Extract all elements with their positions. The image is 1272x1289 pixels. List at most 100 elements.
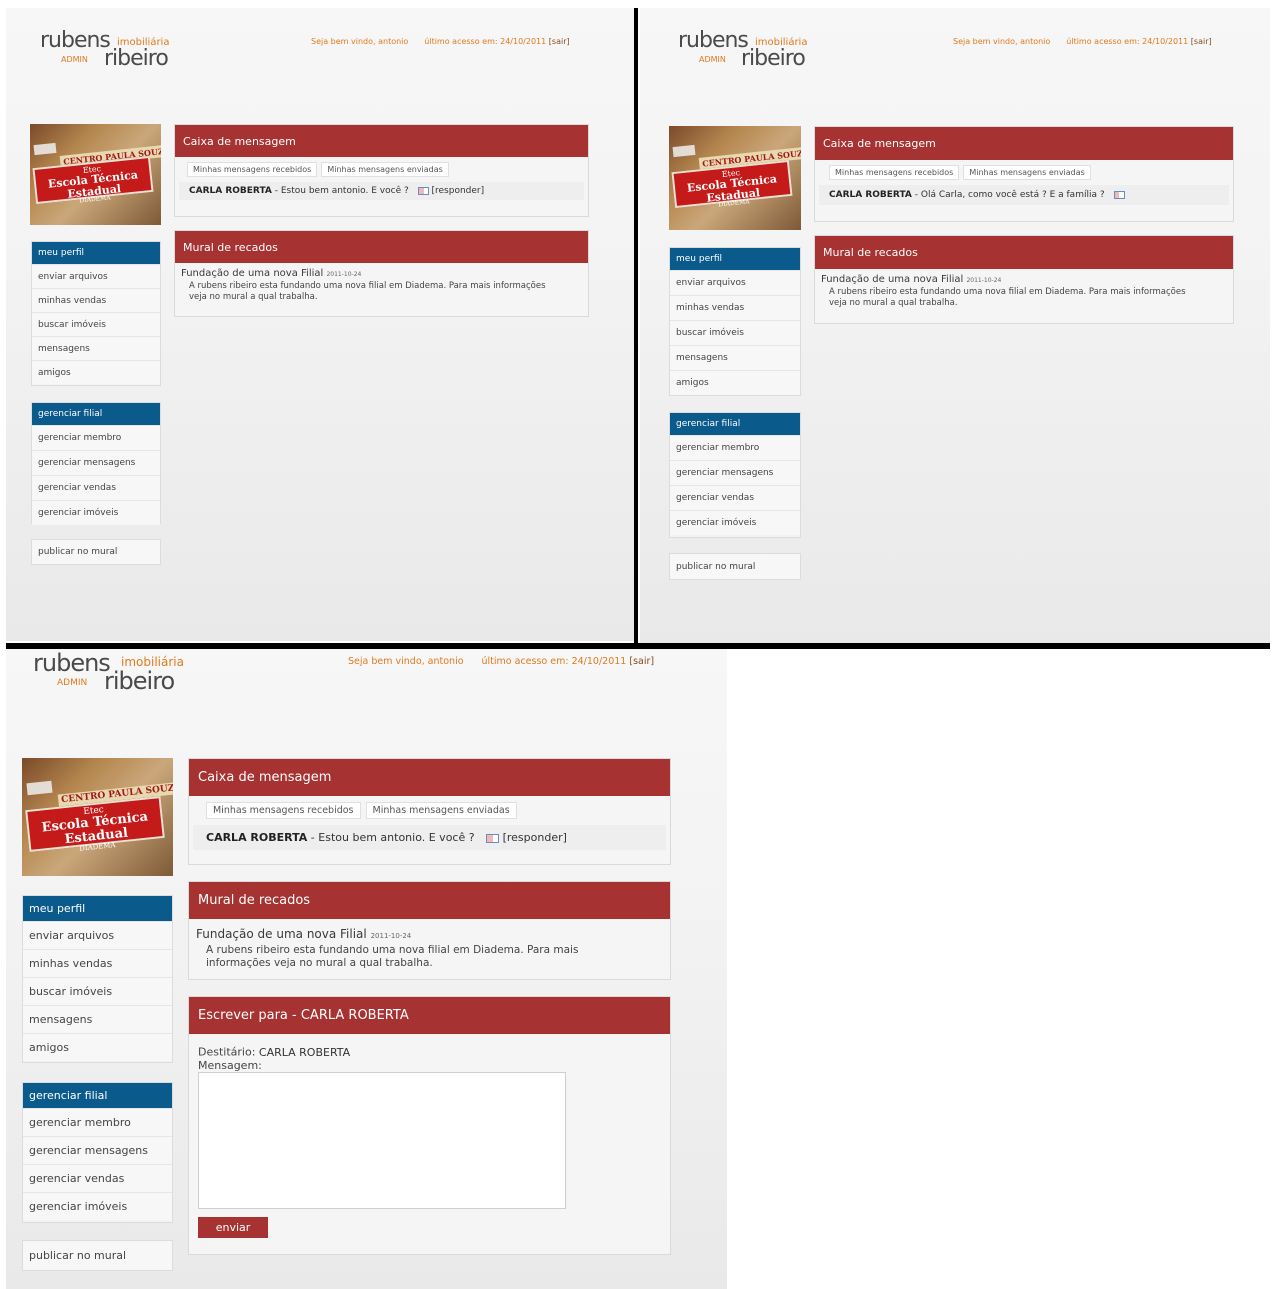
mural-post-heading: Fundação de uma nova Filial 2011-10-24: [189, 919, 670, 941]
tab-sent[interactable]: Minhas mensagens enviadas: [365, 802, 517, 819]
publish-mural-link[interactable]: publicar no mural: [670, 554, 800, 579]
menu-item-enviar-arquivos[interactable]: enviar arquivos: [670, 270, 800, 295]
menu-item-gerenciar-mensagens[interactable]: gerenciar mensagens: [670, 460, 800, 485]
compose-to-row: Destitário:: [189, 1034, 670, 1060]
menu-item-minhas-vendas[interactable]: minhas vendas: [32, 288, 160, 312]
photo-rack: [672, 144, 696, 158]
logo[interactable]: rubens imobiliária ADMIN ribeiro: [33, 649, 213, 697]
logo[interactable]: rubens imobiliária ADMIN ribeiro: [40, 28, 190, 72]
menu-item-mensagens[interactable]: mensagens: [23, 1005, 172, 1033]
inbox-panel: Caixa de mensagem Minhas mensagens receb…: [814, 126, 1234, 222]
photo-sign: Etec Escola Técnica Estadual DIADEMA: [32, 155, 154, 205]
mail-icon[interactable]: [417, 186, 429, 195]
message-preview: Estou bem antonio. E você ?: [318, 831, 475, 844]
mural-post-title[interactable]: Fundação de uma nova Filial: [196, 927, 367, 941]
mural-post-title[interactable]: Fundação de uma nova Filial: [821, 274, 963, 285]
menu-item-gerenciar-membro[interactable]: gerenciar membro: [32, 425, 160, 450]
menu-item-mensagens[interactable]: mensagens: [670, 345, 800, 370]
recipient-field[interactable]: [258, 1044, 357, 1060]
menu-item-gerenciar-vendas[interactable]: gerenciar vendas: [23, 1164, 172, 1192]
menu-item-mensagens[interactable]: mensagens: [32, 336, 160, 360]
profile-menu-title[interactable]: meu perfil: [32, 242, 160, 264]
message-label: Mensagem:: [198, 1059, 262, 1072]
inbox-title: Caixa de mensagem: [815, 127, 1233, 160]
top-bar: Seja bem vindo, antonio último acesso em:…: [348, 656, 654, 667]
publish-mural-link[interactable]: publicar no mural: [32, 540, 160, 564]
profile-menu-title[interactable]: meu perfil: [670, 248, 800, 270]
menu-item-minhas-vendas[interactable]: minhas vendas: [670, 295, 800, 320]
message-textarea[interactable]: [198, 1072, 566, 1209]
mural-post-date: 2011-10-24: [370, 932, 412, 940]
manage-menu-title[interactable]: gerenciar filial: [23, 1083, 172, 1108]
message-preview: Olá Carla, como você está ? E a família …: [920, 190, 1105, 200]
welcome-text: Seja bem vindo, antonio: [311, 37, 409, 46]
publish-mural-link[interactable]: publicar no mural: [23, 1241, 172, 1270]
menu-item-gerenciar-imoveis[interactable]: gerenciar imóveis: [670, 510, 800, 535]
message-separator: -: [310, 831, 315, 844]
screenshot-inbox-sent: rubens imobiliária ADMIN ribeiro Seja be…: [640, 8, 1270, 643]
reply-link[interactable]: [responder]: [432, 186, 485, 196]
logo-brand-second: ribeiro: [741, 46, 806, 71]
menu-item-enviar-arquivos[interactable]: enviar arquivos: [23, 921, 172, 949]
menu-item-minhas-vendas[interactable]: minhas vendas: [23, 949, 172, 977]
school-photo: CENTRO PAULA SOUZA Etec Escola Técnica E…: [22, 758, 173, 876]
school-photo: CENTRO PAULA SOUZA Etec Escola Técnica E…: [30, 124, 161, 225]
mural-post-title[interactable]: Fundação de uma nova Filial: [181, 268, 323, 279]
photo-rack: [33, 142, 57, 156]
menu-item-gerenciar-imoveis[interactable]: gerenciar imóveis: [23, 1192, 172, 1220]
manage-menu-title[interactable]: gerenciar filial: [32, 403, 160, 425]
mural-post-text: A rubens ribeiro esta fundando uma nova …: [206, 944, 579, 969]
mural-post-text: A rubens ribeiro esta fundando uma nova …: [829, 287, 1186, 308]
logout-link[interactable]: [sair]: [549, 37, 570, 46]
menu-item-gerenciar-mensagens[interactable]: gerenciar mensagens: [32, 450, 160, 475]
menu-item-gerenciar-vendas[interactable]: gerenciar vendas: [670, 485, 800, 510]
mail-icon[interactable]: [486, 833, 500, 843]
message-sender[interactable]: CARLA ROBERTA: [206, 831, 307, 844]
tab-sent[interactable]: Minhas mensagens enviadas: [321, 162, 449, 177]
manage-menu-title[interactable]: gerenciar filial: [670, 413, 800, 435]
tab-sent[interactable]: Minhas mensagens enviadas: [963, 165, 1091, 180]
screenshot-inbox-received: rubens imobiliária ADMIN ribeiro Seja be…: [6, 8, 634, 641]
menu-item-buscar-imoveis[interactable]: buscar imóveis: [23, 977, 172, 1005]
logout-link[interactable]: [sair]: [629, 656, 654, 667]
mural-panel: Mural de recados Fundação de uma nova Fi…: [174, 230, 589, 317]
menu-item-gerenciar-membro[interactable]: gerenciar membro: [670, 435, 800, 460]
profile-menu: meu perfil enviar arquivos minhas vendas…: [669, 247, 801, 396]
message-separator: -: [914, 190, 918, 200]
tab-received[interactable]: Minhas mensagens recebidos: [829, 165, 960, 180]
menu-item-amigos[interactable]: amigos: [23, 1033, 172, 1061]
vertical-divider: [634, 8, 638, 645]
send-button[interactable]: enviar: [198, 1217, 268, 1238]
profile-menu-title[interactable]: meu perfil: [23, 896, 172, 921]
menu-item-amigos[interactable]: amigos: [670, 370, 800, 395]
screenshot-compose-reply: rubens imobiliária ADMIN ribeiro Seja be…: [6, 649, 727, 1289]
menu-item-amigos[interactable]: amigos: [32, 360, 160, 384]
reply-link[interactable]: [responder]: [503, 831, 567, 844]
inbox-tabs: Minhas mensagens recebidos Minhas mensag…: [175, 157, 588, 177]
menu-item-gerenciar-vendas[interactable]: gerenciar vendas: [32, 475, 160, 500]
mural-title: Mural de recados: [815, 236, 1233, 269]
last-access-text: último acesso em: 24/10/2011: [481, 656, 627, 667]
mail-icon[interactable]: [1113, 190, 1125, 199]
logo-brand-first: rubens: [40, 28, 111, 53]
menu-item-buscar-imoveis[interactable]: buscar imóveis: [670, 320, 800, 345]
logout-link[interactable]: [sair]: [1191, 37, 1212, 46]
manage-menu: gerenciar filial gerenciar membro gerenc…: [31, 402, 161, 525]
menu-item-gerenciar-mensagens[interactable]: gerenciar mensagens: [23, 1136, 172, 1164]
inbox-panel: Caixa de mensagem Minhas mensagens receb…: [174, 124, 589, 217]
mural-post-date: 2011-10-24: [326, 271, 362, 278]
menu-item-gerenciar-imoveis[interactable]: gerenciar imóveis: [32, 500, 160, 525]
tab-received[interactable]: Minhas mensagens recebidos: [206, 802, 361, 819]
menu-item-buscar-imoveis[interactable]: buscar imóveis: [32, 312, 160, 336]
mural-post-heading: Fundação de uma nova Filial 2011-10-24: [175, 263, 588, 279]
logo[interactable]: rubens imobiliária ADMIN ribeiro: [678, 28, 828, 72]
mural-title: Mural de recados: [189, 882, 670, 919]
menu-item-gerenciar-membro[interactable]: gerenciar membro: [23, 1108, 172, 1136]
tab-received[interactable]: Minhas mensagens recebidos: [187, 162, 318, 177]
inbox-title: Caixa de mensagem: [175, 125, 588, 157]
top-bar: Seja bem vindo, antonio último acesso em:…: [311, 37, 570, 46]
menu-item-enviar-arquivos[interactable]: enviar arquivos: [32, 264, 160, 288]
message-sender[interactable]: CARLA ROBERTA: [189, 186, 272, 196]
message-sender[interactable]: CARLA ROBERTA: [829, 190, 912, 200]
manage-menu: gerenciar filial gerenciar membro gerenc…: [669, 412, 801, 538]
